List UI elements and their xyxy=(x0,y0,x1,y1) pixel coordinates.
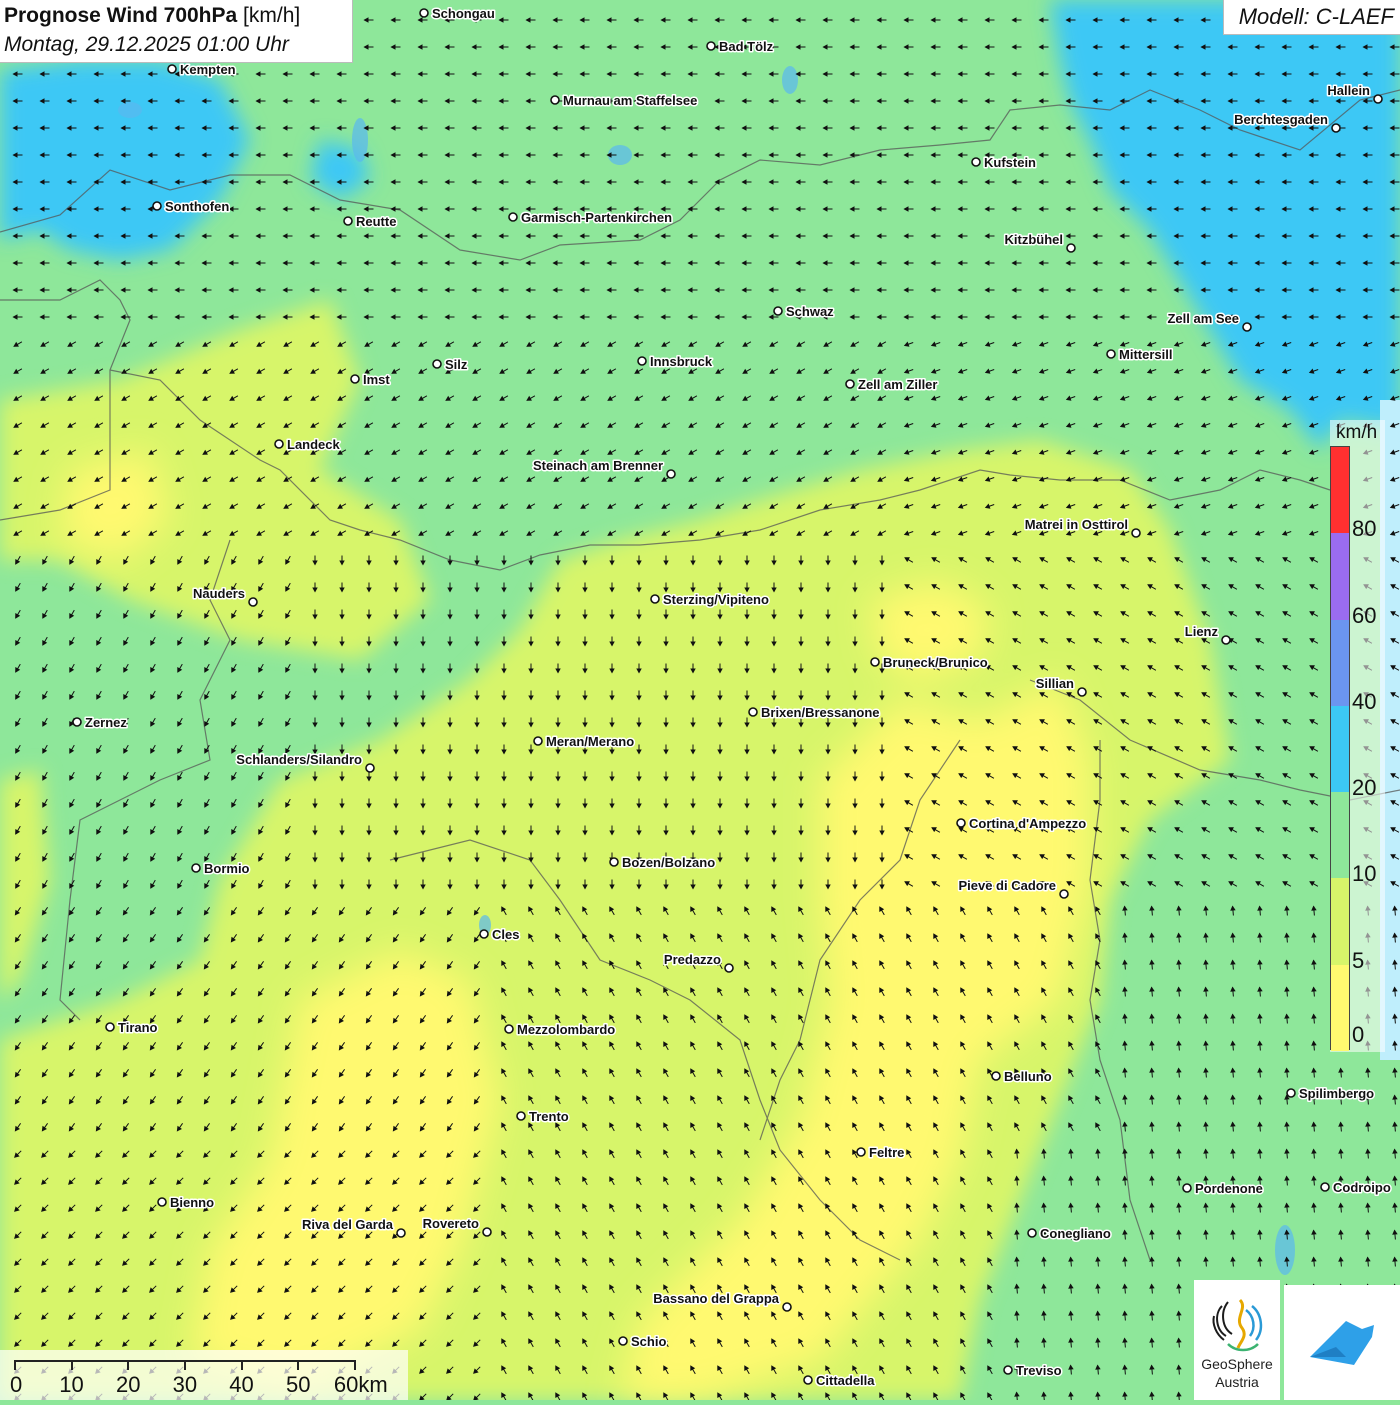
lake xyxy=(1275,1225,1295,1275)
lake xyxy=(782,66,798,94)
lake xyxy=(118,102,142,118)
wind-map: SchongauBad TölzKemptenMurnau am Staffel… xyxy=(0,0,1400,1400)
